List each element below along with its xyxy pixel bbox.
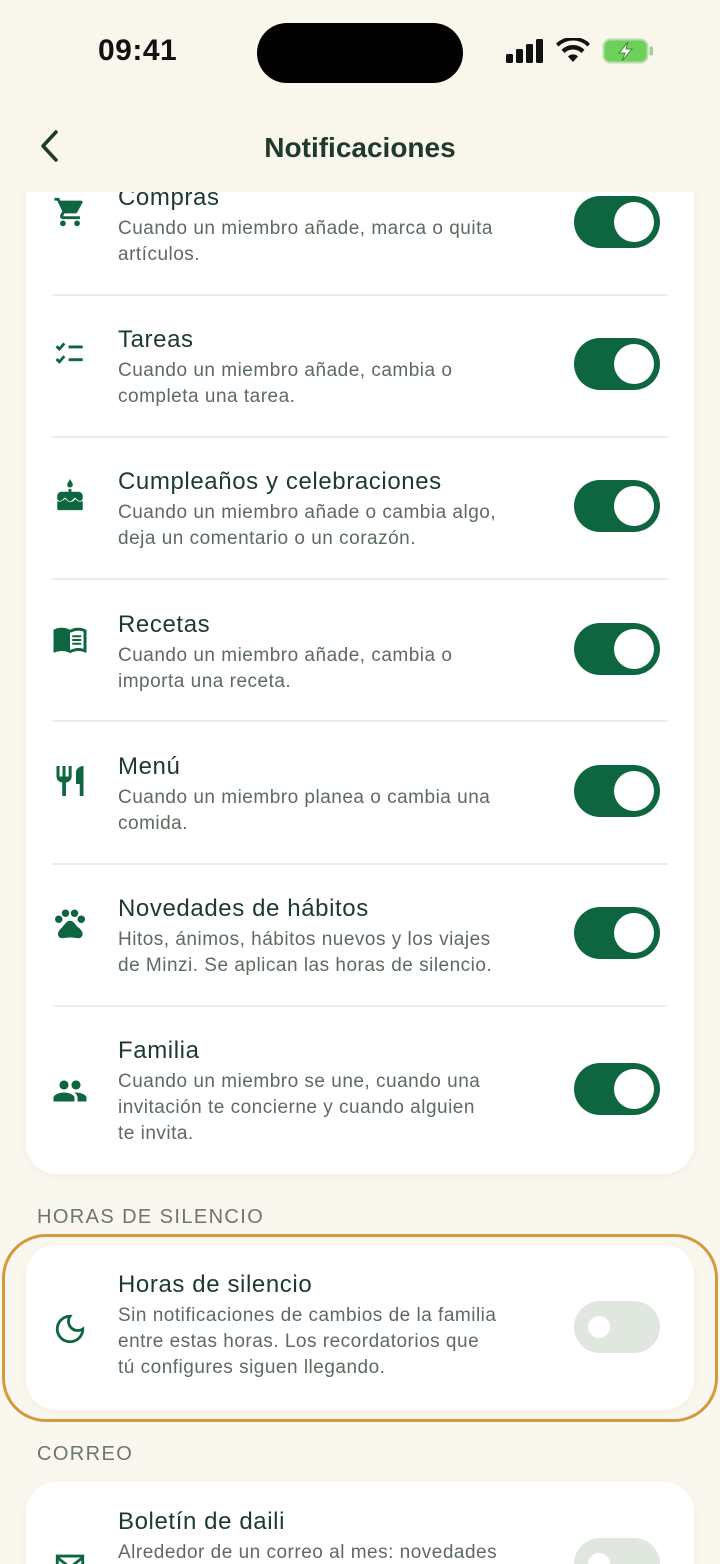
- desc-line: comida.: [118, 813, 189, 834]
- page-title: Notificaciones: [264, 132, 456, 163]
- desc-line: de Minzi. Se aplican las horas de silenc…: [118, 955, 493, 976]
- setting-desc: Cuando un miembro añade, cambia o import…: [118, 643, 558, 695]
- section-label-mail: CORREO: [37, 1443, 134, 1465]
- toggle-knob: [614, 344, 654, 384]
- setting-row-newsletter: Boletín de daili Alrededor de un correo …: [26, 1508, 694, 1564]
- setting-title: Novedades de hábitos: [118, 895, 369, 922]
- divider: [52, 1005, 668, 1007]
- status-bar: 09:41: [0, 0, 720, 110]
- shopping-cart-icon: [50, 192, 90, 232]
- cake-icon: [50, 476, 90, 516]
- highlight-outline: [2, 1234, 718, 1422]
- setting-desc: Cuando un miembro planea o cambia una co…: [118, 785, 558, 837]
- desc-line: deja un comentario o un corazón.: [118, 528, 417, 549]
- setting-row-compras: Compras Cuando un miembro añade, marca o…: [26, 184, 694, 348]
- setting-title: Menú: [118, 753, 181, 780]
- setting-row-familia: Familia Cuando un miembro se une, cuando…: [26, 1037, 694, 1174]
- nav-header: Notificaciones: [0, 110, 720, 192]
- setting-row-cumpleanos: Cumpleaños y celebraciones Cuando un mie…: [26, 468, 694, 612]
- recipe-book-icon: [50, 619, 90, 659]
- toggle-recetas[interactable]: [574, 623, 660, 675]
- desc-line: Cuando un miembro añade, cambia o: [118, 360, 453, 381]
- desc-line: artículos.: [118, 244, 201, 265]
- desc-line: Cuando un miembro se une, cuando una: [118, 1071, 481, 1092]
- divider: [52, 578, 668, 580]
- setting-desc: Cuando un miembro se une, cuando una inv…: [118, 1069, 558, 1147]
- toggle-habitos[interactable]: [574, 907, 660, 959]
- battery-icon: [602, 38, 654, 69]
- dynamic-island: [257, 23, 463, 83]
- setting-title: Cumpleaños y celebraciones: [118, 468, 442, 495]
- setting-title: Recetas: [118, 611, 211, 638]
- toggle-tareas[interactable]: [574, 338, 660, 390]
- mail-icon: [50, 1546, 90, 1564]
- toggle-knob: [614, 771, 654, 811]
- setting-row-tareas: Tareas Cuando un miembro añade, cambia o…: [26, 326, 694, 470]
- wifi-icon: [556, 36, 590, 69]
- people-icon: [50, 1071, 90, 1111]
- task-list-icon: [50, 334, 90, 374]
- status-icons: [506, 36, 654, 69]
- toggle-knob: [614, 202, 654, 242]
- setting-desc: Alrededor de un correo al mes: novedades: [118, 1540, 558, 1564]
- setting-desc: Cuando un miembro añade, cambia o comple…: [118, 358, 558, 410]
- notifications-card: Compras Cuando un miembro añade, marca o…: [26, 100, 694, 1174]
- desc-line: Cuando un miembro añade o cambia algo,: [118, 502, 497, 523]
- setting-title: Familia: [118, 1037, 200, 1064]
- settings-content: Compras Cuando un miembro añade, marca o…: [0, 0, 720, 1564]
- divider: [52, 294, 668, 296]
- toggle-knob: [614, 913, 654, 953]
- toggle-knob: [614, 1069, 654, 1109]
- desc-line: Alrededor de un correo al mes: novedades: [118, 1542, 498, 1563]
- toggle-familia[interactable]: [574, 1063, 660, 1115]
- divider: [52, 720, 668, 722]
- toggle-knob: [588, 1553, 610, 1564]
- divider: [52, 436, 668, 438]
- toggle-knob: [614, 486, 654, 526]
- paw-icon: [50, 903, 90, 943]
- setting-desc: Cuando un miembro añade o cambia algo, d…: [118, 500, 558, 552]
- fork-knife-icon: [50, 761, 90, 801]
- toggle-menu[interactable]: [574, 765, 660, 817]
- toggle-compras[interactable]: [574, 196, 660, 248]
- status-time: 09:41: [98, 34, 178, 67]
- setting-row-menu: Menú Cuando un miembro planea o cambia u…: [26, 753, 694, 897]
- desc-line: importa una receta.: [118, 671, 292, 692]
- setting-title: Boletín de daili: [118, 1508, 286, 1535]
- setting-row-recetas: Recetas Cuando un miembro añade, cambia …: [26, 611, 694, 755]
- divider: [52, 863, 668, 865]
- setting-row-habitos: Novedades de hábitos Hitos, ánimos, hábi…: [26, 895, 694, 1039]
- toggle-newsletter[interactable]: [574, 1538, 660, 1564]
- setting-title: Tareas: [118, 326, 194, 353]
- setting-desc: Cuando un miembro añade, marca o quita a…: [118, 216, 558, 268]
- toggle-cumpleanos[interactable]: [574, 480, 660, 532]
- desc-line: invitación te concierne y cuando alguien: [118, 1097, 475, 1118]
- desc-line: Cuando un miembro añade, cambia o: [118, 645, 453, 666]
- mail-card: Boletín de daili Alrededor de un correo …: [26, 1482, 694, 1564]
- desc-line: Hitos, ánimos, hábitos nuevos y los viaj…: [118, 929, 491, 950]
- desc-line: Cuando un miembro planea o cambia una: [118, 787, 491, 808]
- setting-desc: Hitos, ánimos, hábitos nuevos y los viaj…: [118, 927, 578, 979]
- signal-icon: [506, 39, 544, 68]
- section-label-quiet-hours: HORAS DE SILENCIO: [37, 1206, 265, 1228]
- toggle-knob: [614, 629, 654, 669]
- desc-line: completa una tarea.: [118, 386, 296, 407]
- desc-line: Cuando un miembro añade, marca o quita: [118, 218, 493, 239]
- desc-line: te invita.: [118, 1123, 194, 1144]
